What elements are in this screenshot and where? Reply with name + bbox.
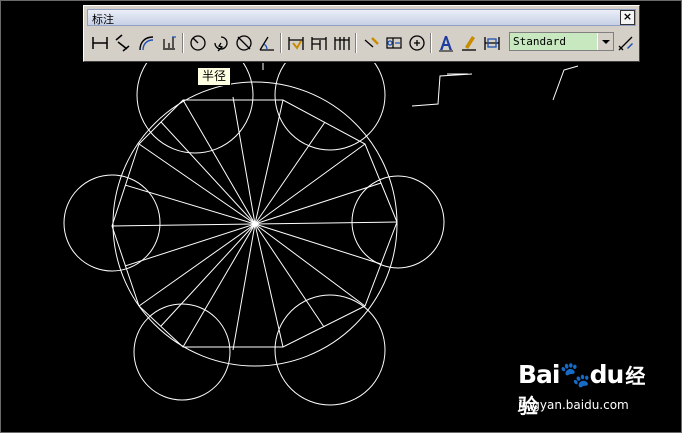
toolbar-titlebar[interactable]: 标注 × [87,9,636,26]
dim-update-icon[interactable] [481,32,503,54]
radial-line[interactable] [254,223,325,328]
toolbar-buttons-row: Standard [87,30,636,56]
radial-line[interactable] [254,182,382,225]
logo-bai: Bai [518,360,560,389]
radial-line[interactable] [254,223,382,265]
logo-du: du [589,360,625,389]
dimension-toolbar[interactable]: 标注 × Standard [83,5,640,62]
dim-style-icon[interactable] [615,32,637,54]
radial-line[interactable] [111,223,256,227]
radial-line[interactable] [254,223,284,348]
angular-icon[interactable] [256,32,278,54]
radial-line[interactable] [254,223,366,307]
leader-line[interactable] [411,73,473,107]
ordinate-icon[interactable] [158,32,180,54]
petal-circle[interactable] [274,294,386,406]
paw-icon: 🐾 [559,360,591,389]
aligned-dim-icon[interactable] [112,32,134,54]
radial-line[interactable] [138,143,256,225]
toolbar-separator [355,33,357,53]
radial-line[interactable] [254,221,398,225]
continue-icon[interactable] [331,32,353,54]
radial-line[interactable] [254,99,284,225]
quick-dim-icon[interactable] [285,32,307,54]
linear-dim-icon[interactable] [89,32,111,54]
arc-length-icon[interactable] [135,32,157,54]
dim-text-edit-icon[interactable] [458,32,480,54]
toolbar-separator [182,33,184,53]
dimension-style-select[interactable]: Standard [509,32,614,51]
baseline-icon[interactable] [308,32,330,54]
radial-line[interactable] [254,143,366,225]
radial-line[interactable] [254,121,326,225]
petal-circle[interactable] [63,174,161,272]
toolbar-title: 标注 [92,13,114,26]
watermark-url: jingyan.baidu.com [518,398,629,412]
dim-edit-icon[interactable] [435,32,457,54]
tolerance-icon[interactable] [383,32,405,54]
toolbar-separator [280,33,282,53]
leader-line[interactable] [552,65,579,101]
center-mark-icon[interactable] [406,32,428,54]
toolbar-close-button[interactable]: × [620,10,635,25]
jogged-icon[interactable] [210,32,232,54]
chevron-down-icon[interactable] [597,33,613,50]
radial-line[interactable] [160,121,256,225]
diameter-icon[interactable] [233,32,255,54]
toolbar-separator [430,33,432,53]
baidu-jingyan-watermark: Bai🐾du 经验 jingyan.baidu.com [518,360,658,420]
petal-circle[interactable] [133,303,231,401]
leader-icon[interactable] [360,32,382,54]
tooltip: 半径 [197,67,232,86]
radial-line[interactable] [138,223,256,307]
radius-icon[interactable] [187,32,209,54]
dimension-style-value: Standard [513,35,566,48]
